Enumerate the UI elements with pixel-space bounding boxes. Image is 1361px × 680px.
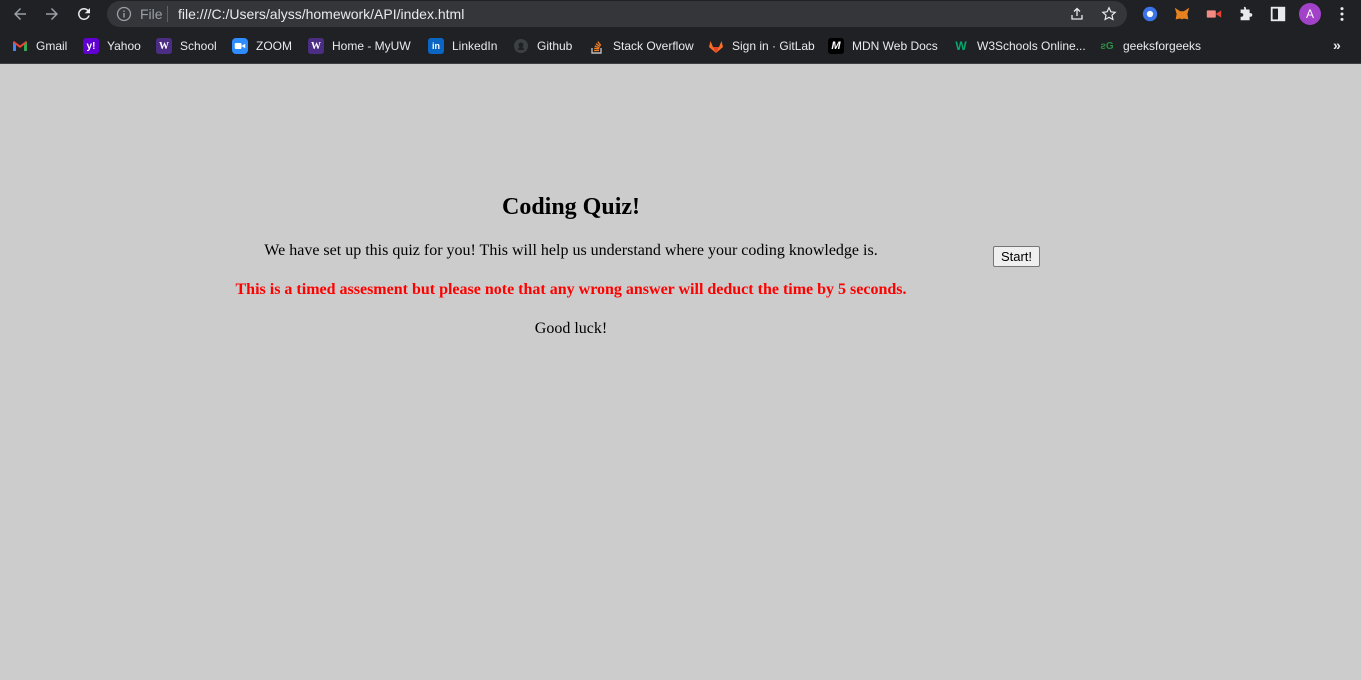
page-title: Coding Quiz! <box>501 194 641 220</box>
yahoo-icon: y! <box>83 38 99 54</box>
url-scheme-label: File <box>140 6 163 22</box>
puzzle-extensions-icon[interactable] <box>1236 4 1256 24</box>
forward-button[interactable] <box>40 2 64 26</box>
reload-button[interactable] <box>72 2 96 26</box>
good-luck-text: Good luck! <box>534 320 608 337</box>
metamask-icon[interactable] <box>1172 4 1192 24</box>
side-panel-icon[interactable] <box>1268 4 1288 24</box>
address-bar[interactable]: File file:///C:/Users/alyss/homework/API… <box>107 1 1127 27</box>
bookmark-mdn[interactable]: M MDN Web Docs <box>828 37 938 55</box>
bookmark-gmail[interactable]: Gmail <box>12 37 67 55</box>
bookmark-yahoo[interactable]: y! Yahoo <box>83 37 141 55</box>
page-content: Coding Quiz! We have set up this quiz fo… <box>0 65 1361 680</box>
profile-avatar[interactable]: A <box>1299 3 1321 25</box>
bookmarks-overflow-button[interactable]: » <box>1333 37 1341 53</box>
screen-record-icon[interactable] <box>1204 4 1224 24</box>
bookmark-label: MDN Web Docs <box>852 39 938 53</box>
bookmark-github[interactable]: Github <box>513 37 572 55</box>
mdn-icon: M <box>828 38 844 54</box>
bookmark-label: LinkedIn <box>452 39 498 53</box>
share-icon[interactable] <box>1069 6 1085 22</box>
bookmark-label: Sign in · GitLab <box>732 39 815 53</box>
bookmark-label: Stack Overflow <box>613 39 694 53</box>
back-button[interactable] <box>8 2 32 26</box>
linkedin-icon: in <box>428 38 444 54</box>
gitlab-icon <box>708 38 724 54</box>
url-text[interactable]: file:///C:/Users/alyss/homework/API/inde… <box>178 6 464 22</box>
bookmark-stackoverflow[interactable]: Stack Overflow <box>589 37 694 55</box>
gmail-icon <box>12 38 28 54</box>
w3schools-icon: W <box>955 39 967 53</box>
bookmark-gitlab[interactable]: Sign in · GitLab <box>708 37 815 55</box>
reload-icon <box>77 7 90 20</box>
stackoverflow-icon <box>589 38 605 54</box>
extension-blue-icon[interactable] <box>1140 4 1160 24</box>
bookmark-w3schools[interactable]: W W3Schools Online... <box>953 37 1086 55</box>
omnibox-divider <box>167 6 168 22</box>
bookmark-school[interactable]: W School <box>156 37 217 55</box>
bookmark-label: Yahoo <box>107 39 141 53</box>
bookmark-myuw[interactable]: W Home - MyUW <box>308 37 411 55</box>
info-icon[interactable] <box>116 6 132 22</box>
more-menu-icon[interactable] <box>1332 4 1352 24</box>
profile-initial: A <box>1305 7 1314 21</box>
timed-warning-text: This is a timed assesment but please not… <box>235 281 907 298</box>
bookmark-label: W3Schools Online... <box>977 39 1086 53</box>
bookmark-label: Github <box>537 39 573 53</box>
bookmark-geeksforgeeks[interactable]: ƨG geeksforgeeks <box>1099 37 1201 55</box>
forward-arrow-icon <box>46 8 58 20</box>
github-icon <box>513 38 529 54</box>
bookmark-label: Home - MyUW <box>332 39 411 53</box>
start-button[interactable]: Start! <box>993 246 1040 267</box>
bookmark-label: Gmail <box>36 39 68 53</box>
browser-toolbar: File file:///C:/Users/alyss/homework/API… <box>0 0 1361 29</box>
zoom-icon <box>232 38 248 54</box>
bookmark-zoom[interactable]: ZOOM <box>232 37 292 55</box>
uw-icon: W <box>156 38 172 54</box>
uw-icon: W <box>308 38 324 54</box>
gfg-icon: ƨG <box>1100 40 1114 52</box>
bookmark-label: School <box>180 39 217 53</box>
bookmark-label: geeksforgeeks <box>1123 39 1202 53</box>
bookmark-label: ZOOM <box>256 39 292 53</box>
back-arrow-icon <box>14 8 26 20</box>
bookmarks-bar: Gmail y! Yahoo W School ZOOM W Home - My… <box>0 29 1361 64</box>
intro-text: We have set up this quiz for you! This w… <box>264 242 878 259</box>
bookmark-linkedin[interactable]: in LinkedIn <box>428 37 497 55</box>
bookmark-star-icon[interactable] <box>1101 6 1117 22</box>
